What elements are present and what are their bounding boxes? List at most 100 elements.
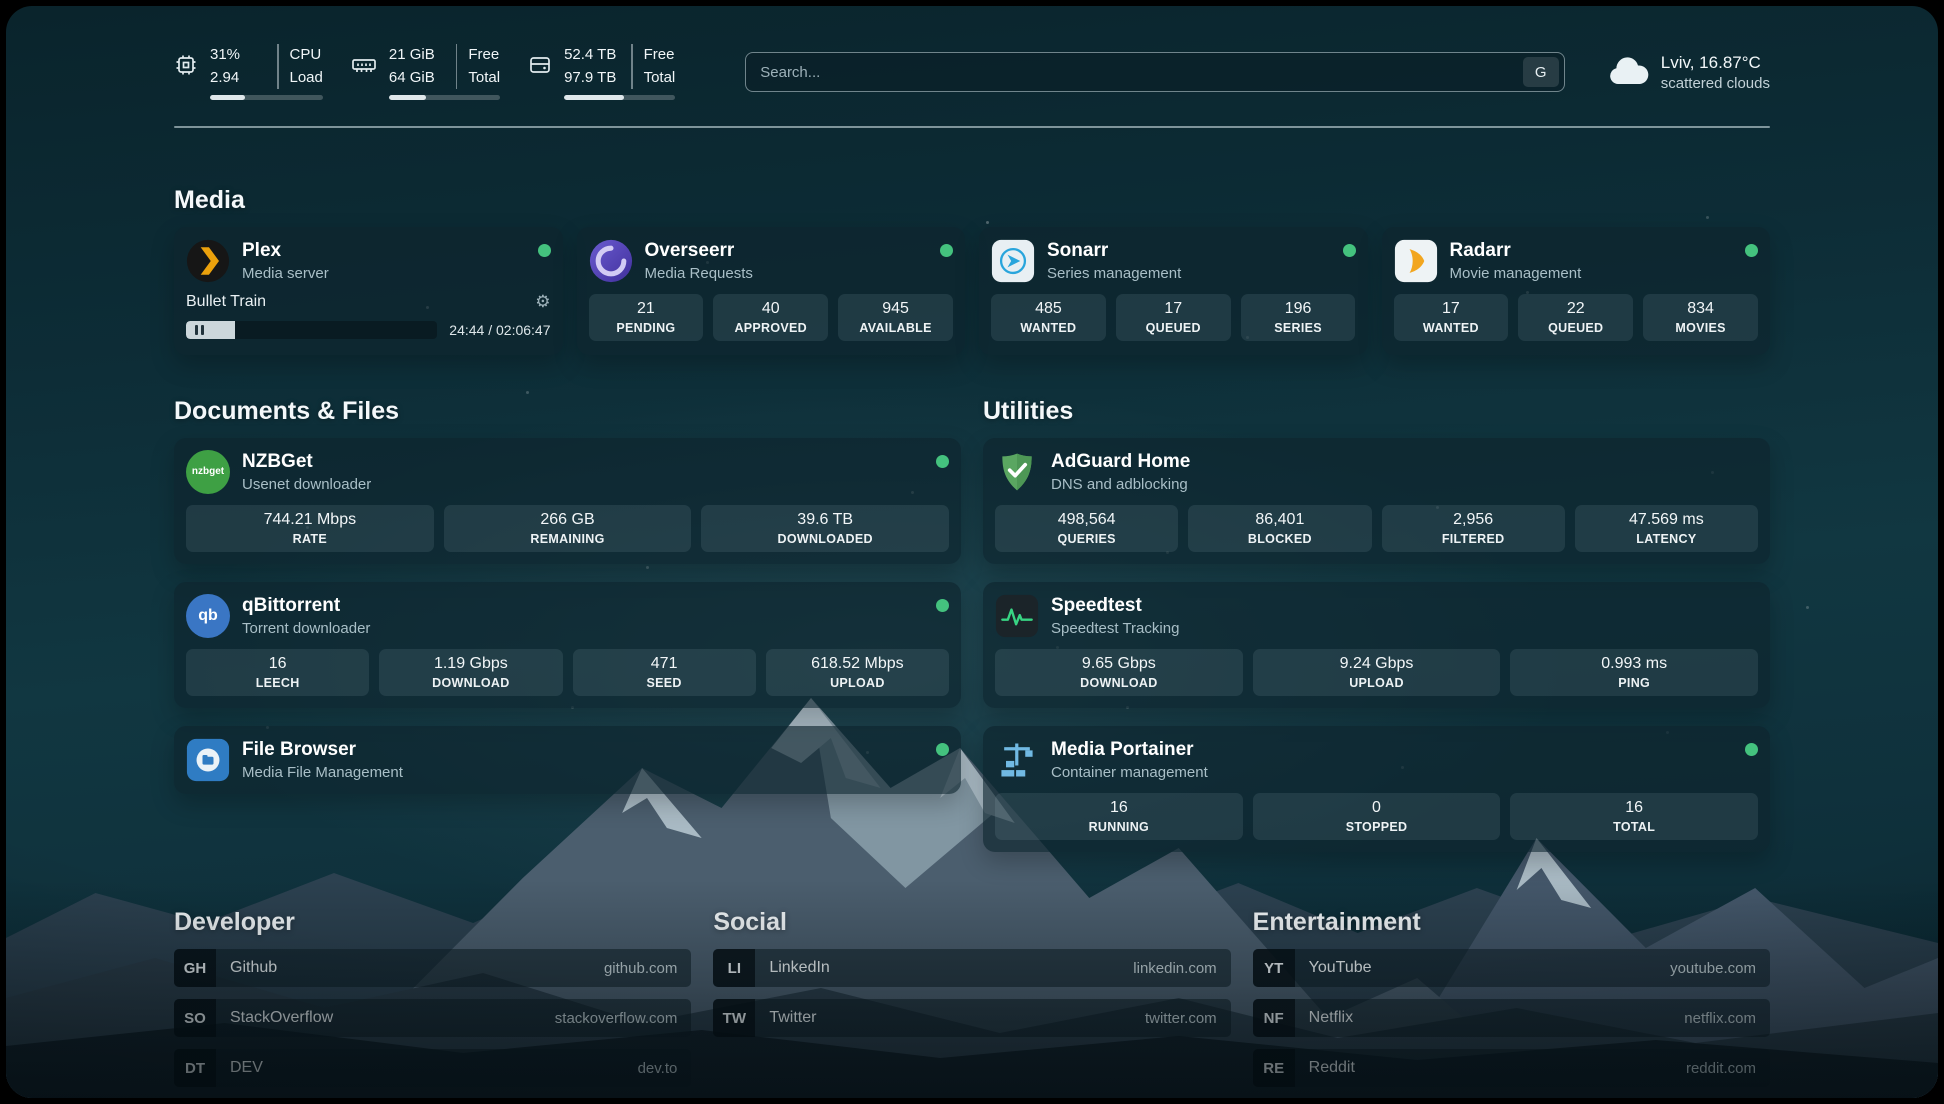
bookmark-row-stackoverflow[interactable]: SO StackOverflow stackoverflow.com xyxy=(174,999,691,1037)
bookmark-row-netflix[interactable]: NF Netflix netflix.com xyxy=(1253,999,1770,1037)
bookmark-row-reddit[interactable]: RE Reddit reddit.com xyxy=(1253,1049,1770,1087)
ram-metric: 21 GiB 64 GiB Free Total xyxy=(351,44,500,100)
stat-box: 744.21 MbpsRATE xyxy=(186,505,434,552)
bookmark-url: github.com xyxy=(604,960,677,977)
status-dot xyxy=(1343,244,1356,257)
app-title: NZBGet xyxy=(242,451,924,473)
stat-value: 485 xyxy=(995,300,1102,318)
app-title: Overseerr xyxy=(645,240,929,262)
app-subtitle: Movie management xyxy=(1450,265,1734,282)
app-card-nzbget[interactable]: nzbget NZBGet Usenet downloader 744.21 M… xyxy=(174,438,961,564)
bookmark-row-dev[interactable]: DT DEV dev.to xyxy=(174,1049,691,1087)
now-playing-title: Bullet Train xyxy=(186,293,266,311)
app-card-sonarr[interactable]: Sonarr Series management 485 WANTED 17QUE… xyxy=(979,227,1368,355)
bookmark-row-github[interactable]: GH Github github.com xyxy=(174,949,691,987)
weather-location: Lviv, 16.87°C xyxy=(1661,53,1770,73)
bookmark-name: Reddit xyxy=(1309,1059,1355,1077)
bookmark-row-linkedin[interactable]: LI LinkedIn linkedin.com xyxy=(713,949,1230,987)
stat-box: 16RUNNING xyxy=(995,793,1243,840)
stat-value: 196 xyxy=(1245,300,1352,318)
adguard-icon xyxy=(995,450,1039,494)
stat-value: 2,956 xyxy=(1386,511,1561,529)
seek-bar[interactable] xyxy=(186,321,437,339)
app-title: Sonarr xyxy=(1047,240,1331,262)
bookmark-name: LinkedIn xyxy=(769,959,830,977)
stat-label: REMAINING xyxy=(448,532,688,546)
stat-label: QUERIES xyxy=(999,532,1174,546)
ram-label-bottom: Total xyxy=(468,67,500,90)
cpu-usage-value: 31% xyxy=(210,44,266,67)
app-card-adguard[interactable]: AdGuard Home DNS and adblocking 498,564Q… xyxy=(983,438,1770,564)
ram-total-value: 64 GiB xyxy=(389,67,445,90)
section-title-documents: Documents & Files xyxy=(174,397,961,426)
app-card-filebrowser[interactable]: File Browser Media File Management xyxy=(174,726,961,794)
weather-condition: scattered clouds xyxy=(1661,75,1770,92)
bookmark-url: dev.to xyxy=(638,1060,678,1077)
stat-label: UPLOAD xyxy=(770,676,945,690)
section-title-developer: Developer xyxy=(174,908,691,937)
app-card-speedtest[interactable]: Speedtest Speedtest Tracking 9.65 GbpsDO… xyxy=(983,582,1770,708)
stat-box: 945AVAILABLE xyxy=(838,294,953,341)
cpu-load-value: 2.94 xyxy=(210,67,266,90)
stat-box: 834MOVIES xyxy=(1643,294,1758,341)
stat-label: LEECH xyxy=(190,676,365,690)
app-card-plex[interactable]: Plex Media server Bullet Train ⚙ xyxy=(174,227,563,355)
pause-icon[interactable] xyxy=(195,325,204,335)
section-title-media: Media xyxy=(174,186,1770,215)
portainer-icon xyxy=(995,738,1039,782)
stat-label: FILTERED xyxy=(1386,532,1561,546)
bookmark-row-youtube[interactable]: YT YouTube youtube.com xyxy=(1253,949,1770,987)
ram-label-top: Free xyxy=(468,44,500,67)
stat-value: 21 xyxy=(593,300,700,318)
seek-fill xyxy=(186,321,235,339)
app-card-qbittorrent[interactable]: qb qBittorrent Torrent downloader 16LEEC… xyxy=(174,582,961,708)
app-title: Radarr xyxy=(1450,240,1734,262)
metric-separator xyxy=(631,44,633,89)
search-engine-button[interactable]: G xyxy=(1523,57,1559,87)
netflix-icon: NF xyxy=(1253,999,1295,1037)
search-input[interactable] xyxy=(760,64,1523,81)
section-developer: Developer GH Github github.com SO StackO… xyxy=(174,908,691,1098)
section-social: Social LI LinkedIn linkedin.com TW Twitt… xyxy=(713,908,1230,1098)
stat-label: WANTED xyxy=(995,321,1102,335)
stat-box: 498,564QUERIES xyxy=(995,505,1178,552)
gear-icon[interactable]: ⚙ xyxy=(535,292,550,312)
stat-box: 9.65 GbpsDOWNLOAD xyxy=(995,649,1243,696)
weather-widget[interactable]: Lviv, 16.87°C scattered clouds xyxy=(1607,53,1770,92)
status-dot xyxy=(1745,244,1758,257)
app-title: Plex xyxy=(242,240,526,262)
stat-label: DOWNLOADED xyxy=(705,532,945,546)
stat-box: 21PENDING xyxy=(589,294,704,341)
app-subtitle: Media Requests xyxy=(645,265,929,282)
disk-label-top: Free xyxy=(644,44,676,67)
app-card-portainer[interactable]: Media Portainer Container management 16R… xyxy=(983,726,1770,852)
stat-box: 16LEECH xyxy=(186,649,369,696)
topbar-divider xyxy=(174,126,1770,128)
filebrowser-icon xyxy=(186,738,230,782)
stat-label: SERIES xyxy=(1245,321,1352,335)
bookmark-url: stackoverflow.com xyxy=(555,1010,678,1027)
stat-value: 744.21 Mbps xyxy=(190,511,430,529)
stat-label: BLOCKED xyxy=(1192,532,1367,546)
stat-value: 86,401 xyxy=(1192,511,1367,529)
app-subtitle: Series management xyxy=(1047,265,1331,282)
bookmark-row-twitter[interactable]: TW Twitter twitter.com xyxy=(713,999,1230,1037)
top-bar: 31% 2.94 CPU Load xyxy=(174,44,1770,100)
stat-label: WANTED xyxy=(1398,321,1505,335)
status-dot xyxy=(936,455,949,468)
app-card-overseerr[interactable]: Overseerr Media Requests 21PENDING 40APP… xyxy=(577,227,966,355)
bookmark-name: Twitter xyxy=(769,1009,816,1027)
disk-label-bottom: Total xyxy=(644,67,676,90)
bookmark-url: reddit.com xyxy=(1686,1060,1756,1077)
disk-metric: 52.4 TB 97.9 TB Free Total xyxy=(528,44,675,100)
github-icon: GH xyxy=(174,949,216,987)
section-title-social: Social xyxy=(713,908,1230,937)
stat-box: 17QUEUED xyxy=(1116,294,1231,341)
status-dot xyxy=(936,743,949,756)
stat-label: APPROVED xyxy=(717,321,824,335)
cpu-progress-bar xyxy=(210,95,323,100)
stat-value: 47.569 ms xyxy=(1579,511,1754,529)
app-card-radarr[interactable]: Radarr Movie management 17WANTED 22QUEUE… xyxy=(1382,227,1771,355)
stat-label: UPLOAD xyxy=(1257,676,1497,690)
stat-label: MOVIES xyxy=(1647,321,1754,335)
